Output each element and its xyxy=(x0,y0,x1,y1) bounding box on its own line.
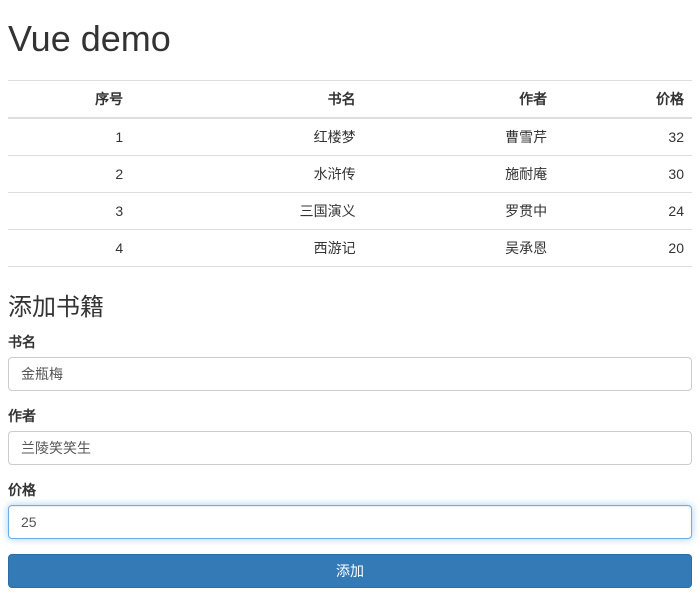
books-table: 序号 书名 作者 价格 1红楼梦曹雪芹322水浒传施耐庵303三国演义罗贯中24… xyxy=(8,80,692,267)
cell-author: 吴承恩 xyxy=(364,230,556,267)
col-price: 价格 xyxy=(555,81,692,119)
col-author: 作者 xyxy=(364,81,556,119)
cell-author: 罗贯中 xyxy=(364,193,556,230)
page-title: Vue demo xyxy=(8,18,692,60)
table-row: 2水浒传施耐庵30 xyxy=(8,156,692,193)
cell-author: 曹雪芹 xyxy=(364,118,556,156)
table-row: 1红楼梦曹雪芹32 xyxy=(8,118,692,156)
price-label: 价格 xyxy=(8,480,692,500)
cell-index: 1 xyxy=(8,118,131,156)
cell-index: 3 xyxy=(8,193,131,230)
author-label: 作者 xyxy=(8,406,692,426)
form-heading: 添加书籍 xyxy=(8,287,692,322)
table-row: 4西游记吴承恩20 xyxy=(8,230,692,267)
cell-index: 2 xyxy=(8,156,131,193)
table-row: 3三国演义罗贯中24 xyxy=(8,193,692,230)
cell-price: 20 xyxy=(555,230,692,267)
name-input[interactable] xyxy=(8,357,692,391)
cell-name: 三国演义 xyxy=(131,193,364,230)
add-button[interactable]: 添加 xyxy=(8,554,692,588)
col-index: 序号 xyxy=(8,81,131,119)
cell-name: 红楼梦 xyxy=(131,118,364,156)
name-label: 书名 xyxy=(8,332,692,352)
cell-price: 24 xyxy=(555,193,692,230)
table-header-row: 序号 书名 作者 价格 xyxy=(8,81,692,119)
cell-price: 32 xyxy=(555,118,692,156)
cell-index: 4 xyxy=(8,230,131,267)
cell-name: 水浒传 xyxy=(131,156,364,193)
cell-price: 30 xyxy=(555,156,692,193)
col-name: 书名 xyxy=(131,81,364,119)
cell-author: 施耐庵 xyxy=(364,156,556,193)
price-input[interactable] xyxy=(8,505,692,539)
author-input[interactable] xyxy=(8,431,692,465)
cell-name: 西游记 xyxy=(131,230,364,267)
